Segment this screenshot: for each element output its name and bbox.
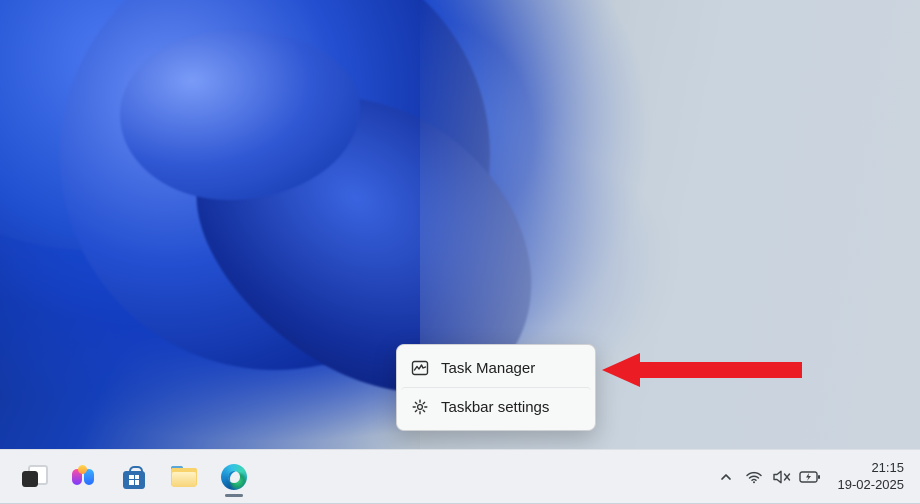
taskbar-item-store[interactable]: [112, 455, 156, 499]
taskbar-tray-area: 21:15 19-02-2025: [712, 450, 920, 503]
wifi-icon: [745, 468, 763, 486]
taskbar-item-task-view[interactable]: [12, 455, 56, 499]
taskbar-clock[interactable]: 21:15 19-02-2025: [832, 460, 911, 493]
taskview-icon: [22, 465, 46, 489]
task-manager-icon: [411, 359, 429, 377]
clock-time: 21:15: [838, 460, 905, 476]
taskbar-pinned-area: [0, 450, 256, 503]
tray-network-button[interactable]: [740, 450, 768, 504]
volume-mute-icon: [772, 468, 792, 486]
taskbar-context-menu: Task Manager Taskbar settings: [396, 344, 596, 431]
tray-overflow-button[interactable]: [712, 450, 740, 504]
chevron-up-icon: [719, 470, 733, 484]
copilot-icon: [72, 465, 96, 489]
taskbar[interactable]: 21:15 19-02-2025: [0, 449, 920, 503]
store-icon: [122, 465, 146, 489]
taskbar-item-edge[interactable]: [212, 455, 256, 499]
tray-battery-button[interactable]: [796, 450, 824, 504]
taskbar-item-copilot[interactable]: [62, 455, 106, 499]
active-app-indicator: [225, 494, 243, 497]
battery-charging-icon: [799, 469, 821, 485]
settings-gear-icon: [411, 398, 429, 416]
menu-item-taskbar-settings[interactable]: Taskbar settings: [401, 387, 591, 426]
menu-item-label: Taskbar settings: [441, 399, 549, 416]
explorer-icon: [171, 466, 197, 488]
menu-item-label: Task Manager: [441, 360, 535, 377]
tray-volume-button[interactable]: [768, 450, 796, 504]
clock-date: 19-02-2025: [838, 477, 905, 493]
taskbar-item-file-explorer[interactable]: [162, 455, 206, 499]
edge-icon: [221, 464, 247, 490]
menu-item-task-manager[interactable]: Task Manager: [401, 349, 591, 387]
